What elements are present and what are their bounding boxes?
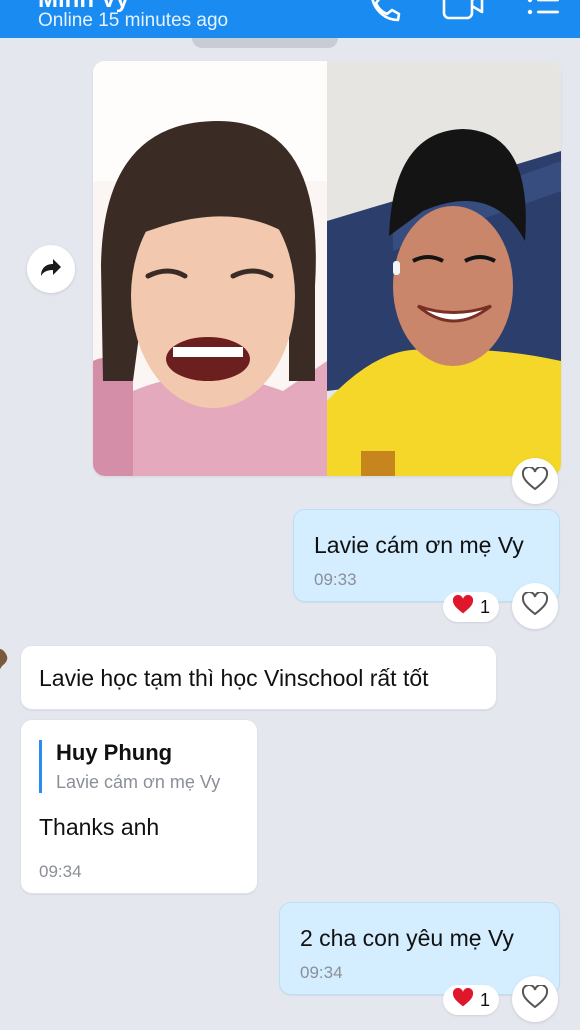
phone-icon[interactable] bbox=[366, 0, 402, 29]
forward-arrow-icon bbox=[39, 257, 63, 282]
contact-status: Online 15 minutes ago bbox=[38, 10, 229, 31]
message-text: Lavie cám ơn mẹ Vy bbox=[314, 532, 524, 558]
forward-button[interactable] bbox=[27, 245, 75, 293]
quote-text: Lavie cám ơn mẹ Vy bbox=[56, 772, 221, 792]
heart-outline-icon bbox=[521, 983, 549, 1014]
video-call-screenshot-image bbox=[93, 61, 561, 476]
message-text: 2 cha con yêu mẹ Vy bbox=[300, 925, 514, 951]
reaction-count: 1 bbox=[480, 596, 491, 617]
heart-outline-icon bbox=[521, 590, 549, 621]
heart-outline-icon bbox=[521, 465, 549, 496]
heart-reaction-icon bbox=[452, 987, 474, 1013]
reaction-badge[interactable]: 1 bbox=[443, 985, 500, 1015]
video-call-icon[interactable] bbox=[442, 0, 486, 29]
photo-like-button[interactable] bbox=[512, 458, 558, 504]
message-time: 09:33 bbox=[314, 570, 357, 589]
message-time: 09:34 bbox=[39, 862, 82, 881]
menu-list-icon[interactable] bbox=[526, 0, 562, 29]
message-bubble-incoming[interactable]: Lavie học tạm thì học Vinschool rất tốt bbox=[20, 645, 497, 710]
message-bubble-incoming-reply[interactable]: Huy Phung Lavie cám ơn mẹ Vy Thanks anh … bbox=[20, 719, 258, 894]
scroll-indicator bbox=[192, 38, 338, 48]
photo-message[interactable] bbox=[93, 61, 561, 476]
message-text: Lavie học tạm thì học Vinschool rất tốt bbox=[39, 665, 429, 691]
message-time: 09:34 bbox=[300, 963, 343, 982]
reaction-badge[interactable]: 1 bbox=[443, 592, 500, 622]
sender-avatar[interactable] bbox=[0, 646, 10, 672]
message-text: Thanks anh bbox=[39, 814, 160, 840]
message-like-button[interactable] bbox=[512, 583, 558, 629]
message-like-button[interactable] bbox=[512, 976, 558, 1022]
heart-reaction-icon bbox=[452, 594, 474, 620]
quoted-message[interactable]: Huy Phung Lavie cám ơn mẹ Vy bbox=[39, 740, 220, 793]
quote-author: Huy Phung bbox=[56, 740, 173, 765]
message-bubble-outgoing[interactable]: 2 cha con yêu mẹ Vy 09:34 bbox=[279, 902, 560, 995]
reaction-count: 1 bbox=[480, 989, 491, 1010]
chat-header: Minh Vy Online 15 minutes ago bbox=[0, 0, 580, 38]
